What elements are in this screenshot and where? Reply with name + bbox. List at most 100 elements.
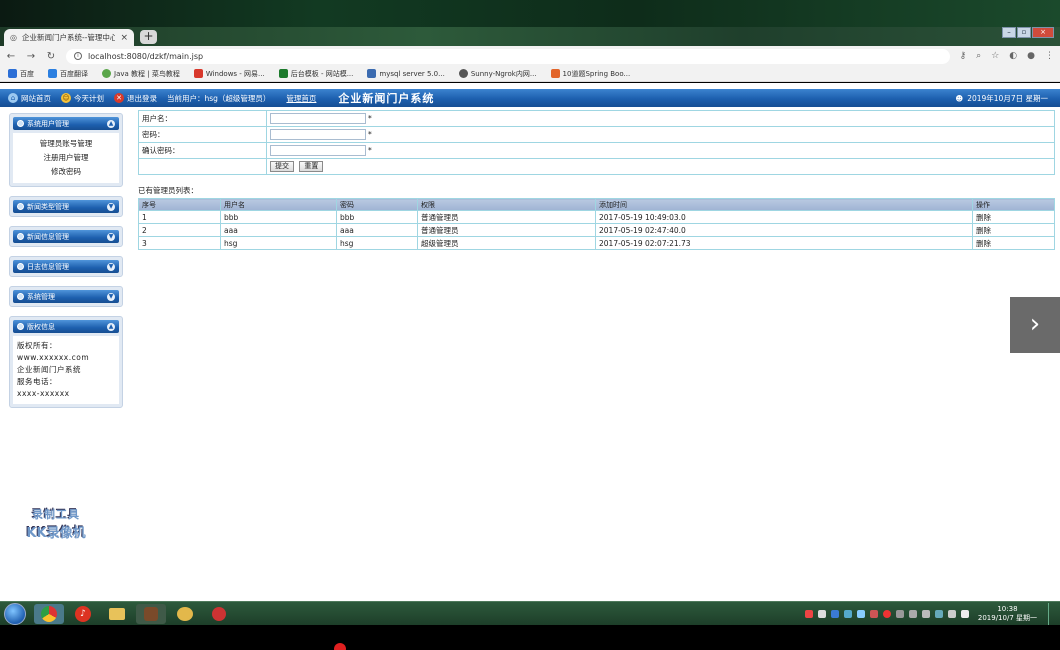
zoom-icon[interactable]: ⌕: [976, 51, 981, 61]
sidebar-box-header[interactable]: 系统用户管理 ▲: [13, 117, 119, 130]
expand-icon[interactable]: ▼: [107, 262, 115, 271]
show-desktop-button[interactable]: [1048, 602, 1056, 625]
username-label: 用户名：: [138, 110, 267, 127]
star-icon[interactable]: ☆: [991, 51, 999, 61]
extension-icon[interactable]: ◐: [1009, 51, 1017, 61]
bookmark-icon: [550, 69, 560, 78]
sidebar-box-copyright: 版权信息 ▲ 版权所有： www.xxxxxx.com 企业新闻门户系统 服务电…: [9, 316, 123, 408]
chevron-right-icon[interactable]: ›: [1010, 297, 1060, 353]
bookmark-item[interactable]: 10道题Spring Boo...: [550, 69, 630, 79]
expand-icon[interactable]: ▼: [107, 232, 115, 241]
logout-link[interactable]: ✕ 退出登录: [114, 93, 157, 104]
bookmarks-bar: 百度 百度翻译 Java 教程 | 菜鸟教程 Windows - 网易... 后…: [0, 66, 1060, 82]
reset-button[interactable]: 重置: [299, 161, 324, 172]
menu-icon[interactable]: ⋮: [1045, 51, 1054, 61]
sidebar-box-header[interactable]: 日志信息管理 ▼: [13, 260, 119, 273]
sogou-icon[interactable]: [804, 609, 813, 618]
mail-icon[interactable]: [843, 609, 852, 618]
menu-item-change-password[interactable]: 修改密码: [17, 165, 115, 179]
collapse-icon[interactable]: ▲: [107, 322, 115, 331]
people-icon[interactable]: [895, 609, 904, 618]
delete-link[interactable]: 删除: [972, 210, 1055, 224]
today-plan-link[interactable]: ☺ 今天计划: [61, 93, 104, 104]
chrome-taskbar-icon[interactable]: [34, 603, 64, 624]
sidebar-box-header[interactable]: 系统管理 ▼: [13, 290, 119, 303]
table-row: 3 hsg hsg 超级管理员 2017-05-19 02:07:21.73 删…: [138, 236, 1055, 250]
account-icon[interactable]: ●: [1027, 51, 1035, 61]
url-bar[interactable]: i localhost:8080/dzkf/main.jsp: [66, 48, 950, 64]
taskbar-clock[interactable]: 10:38 2019/10/7 星期一: [978, 605, 1037, 623]
globe-icon: ◎: [10, 33, 17, 42]
column-header: 操作: [972, 198, 1055, 211]
people-icon[interactable]: [908, 609, 917, 618]
table-header-row: 序号 用户名 密码 权限 添加时间 操作: [138, 198, 1055, 211]
shield-icon[interactable]: [817, 609, 826, 618]
cloud-icon[interactable]: [856, 609, 865, 618]
sidebar-box-header[interactable]: 新闻类型管理 ▼: [13, 200, 119, 213]
reload-icon[interactable]: ↻: [46, 51, 56, 62]
new-tab-button[interactable]: +: [140, 30, 157, 44]
sidebar-box-system: 系统管理 ▼: [9, 286, 123, 307]
sidebar-box-header[interactable]: 新闻信息管理 ▼: [13, 230, 119, 243]
bookmark-item[interactable]: Java 教程 | 菜鸟教程: [102, 69, 180, 79]
sidebar-box-news-info: 新闻信息管理 ▼: [9, 226, 123, 247]
security-icon[interactable]: [830, 609, 839, 618]
browser-tab[interactable]: ◎ 企业新闻门户系统--管理中心 ×: [4, 29, 134, 46]
start-button[interactable]: [4, 602, 26, 625]
volume-icon[interactable]: [960, 609, 969, 618]
expand-icon[interactable]: ▼: [107, 292, 115, 301]
delete-link[interactable]: 删除: [972, 223, 1055, 237]
netease-music-taskbar-icon[interactable]: ♪: [68, 604, 98, 624]
qq-icon[interactable]: [882, 609, 891, 618]
expand-icon[interactable]: ▼: [107, 202, 115, 211]
confirm-password-input[interactable]: [270, 145, 366, 156]
menu-item-admin-accounts[interactable]: 管理员账号管理: [17, 137, 115, 151]
home-icon: ⌂: [8, 93, 18, 103]
bookmark-item[interactable]: 百度翻译: [48, 69, 88, 79]
app-taskbar-icon[interactable]: [136, 603, 166, 624]
home-link[interactable]: ⌂ 网站首页: [8, 93, 51, 104]
network-monitor-icon[interactable]: [869, 609, 878, 618]
recorder-taskbar-icon[interactable]: [204, 604, 234, 624]
flag-icon[interactable]: [947, 609, 956, 618]
sidebar-box-news-type: 新闻类型管理 ▼: [9, 196, 123, 217]
video-bottom-bar: [0, 625, 1060, 650]
bookmark-icon: [48, 69, 57, 78]
bookmark-item[interactable]: Windows - 网易...: [193, 69, 265, 79]
smiley-icon: ☺: [61, 93, 71, 103]
maximize-button[interactable]: ▫: [1017, 27, 1031, 38]
browser-tab-row: ◎ 企业新闻门户系统--管理中心 × + – ▫ ×: [0, 27, 1060, 46]
monitor-icon[interactable]: [934, 609, 943, 618]
required-mark: *: [368, 129, 372, 139]
tab-title: 企业新闻门户系统--管理中心: [21, 33, 116, 42]
folder-taskbar-icon[interactable]: [102, 604, 132, 624]
minimize-button[interactable]: –: [1002, 27, 1016, 38]
manage-home-link[interactable]: 管理首页: [286, 93, 316, 104]
bookmark-item[interactable]: 后台模板 - 网站模...: [278, 69, 353, 79]
forward-arrow-icon[interactable]: →: [26, 51, 36, 62]
tomcat-taskbar-icon[interactable]: [170, 604, 200, 624]
bookmark-item[interactable]: 百度: [8, 69, 34, 79]
password-input[interactable]: [270, 129, 366, 140]
empty-cell: [138, 158, 267, 175]
header-date: ☻ 2019年10月7日 星期一: [955, 93, 1048, 103]
bookmark-item[interactable]: Sunny-Ngrok内网...: [458, 69, 537, 79]
add-admin-form: 用户名： * 密码： * 确认密码： * 提交 重置: [138, 110, 1055, 175]
bookmark-icon: [367, 69, 377, 78]
menu-item-registered-users[interactable]: 注册用户管理: [17, 151, 115, 165]
bookmark-icon: [102, 69, 111, 78]
confirm-password-label: 确认密码：: [138, 142, 267, 159]
username-input[interactable]: [270, 113, 366, 124]
exit-icon: ✕: [114, 93, 124, 103]
close-icon[interactable]: ×: [120, 33, 128, 43]
back-arrow-icon[interactable]: ←: [6, 51, 16, 62]
delete-link[interactable]: 删除: [972, 236, 1055, 250]
bookmark-item[interactable]: mysql server 5.0...: [367, 69, 445, 78]
info-icon[interactable]: i: [74, 52, 82, 60]
key-icon[interactable]: ⚷: [960, 51, 967, 61]
sidebar-box-header[interactable]: 版权信息 ▲: [13, 320, 119, 333]
submit-button[interactable]: 提交: [270, 161, 294, 172]
window-close-button[interactable]: ×: [1032, 27, 1054, 38]
collapse-icon[interactable]: ▲: [107, 119, 115, 128]
people-icon[interactable]: [921, 609, 930, 618]
